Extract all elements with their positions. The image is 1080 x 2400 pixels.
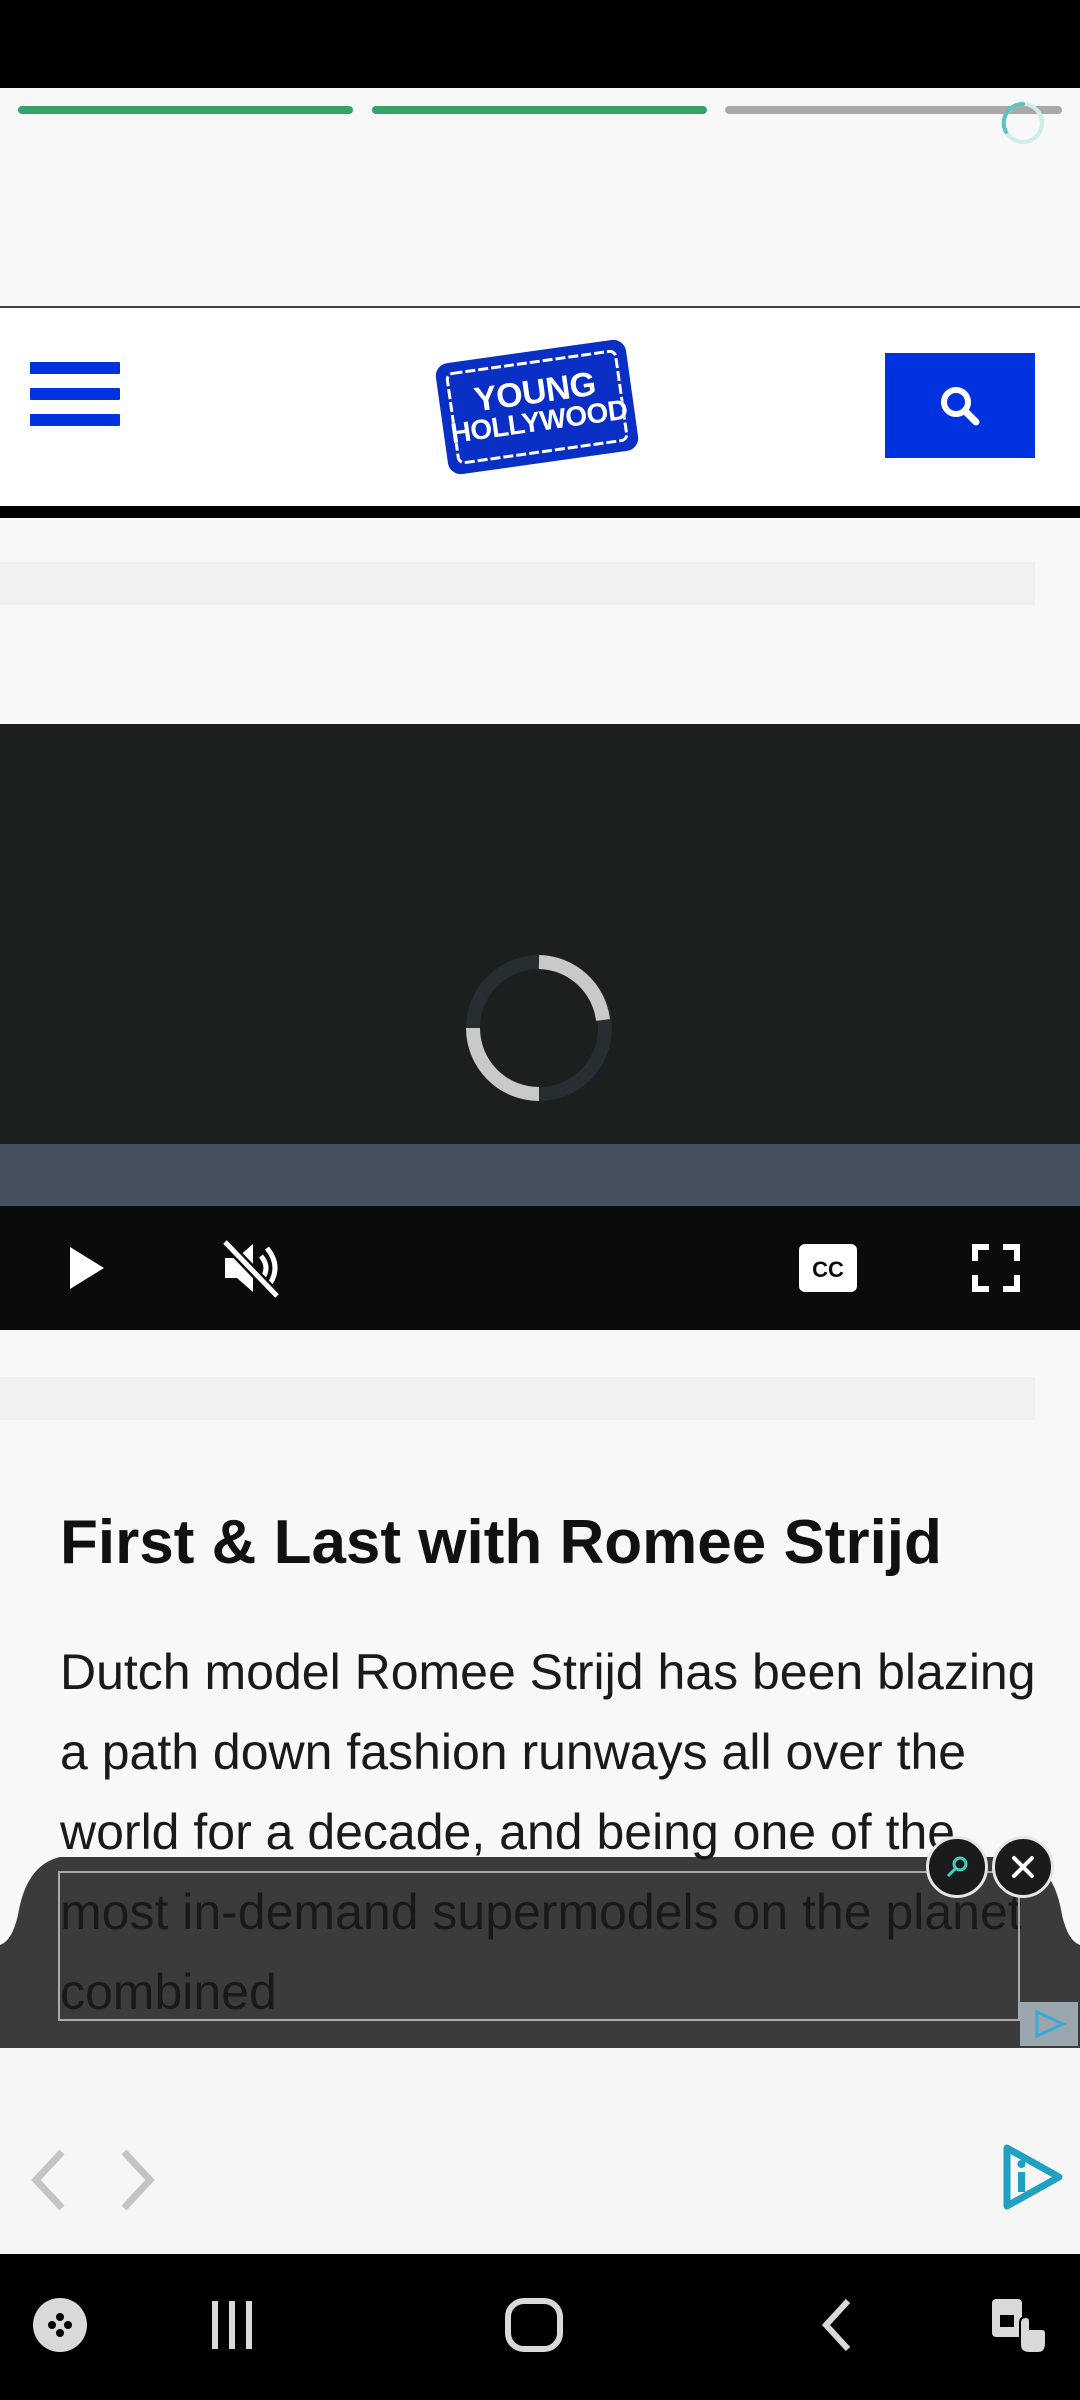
ad-banner[interactable] — [58, 1871, 1020, 2021]
story-progress-area — [0, 88, 1080, 306]
back-arrow-icon — [31, 2149, 65, 2211]
progress-segment-1 — [18, 106, 353, 114]
article-title: First & Last with Romee Strijd — [60, 1508, 942, 1577]
video-loading-spinner-icon — [466, 955, 612, 1101]
recent-apps-icon — [212, 2301, 252, 2349]
content-placeholder — [0, 1377, 1035, 1420]
fullscreen-button[interactable] — [960, 1232, 1032, 1304]
close-icon — [1012, 1856, 1034, 1878]
progress-segment-2 — [372, 106, 707, 114]
header-divider — [0, 506, 1080, 518]
ad-expand-button[interactable] — [926, 1836, 988, 1898]
home-icon — [505, 2298, 563, 2352]
closed-captions-icon: CC — [799, 1244, 857, 1292]
accessibility-icon — [992, 2299, 1047, 2354]
status-bar — [0, 0, 1080, 88]
game-launcher-button[interactable] — [20, 2290, 100, 2360]
search-button[interactable] — [885, 353, 1035, 458]
game-launcher-icon — [33, 2298, 87, 2352]
accessibility-button[interactable] — [978, 2290, 1058, 2360]
ad-choices-icon — [1035, 2009, 1067, 2039]
ad-close-button[interactable] — [992, 1836, 1054, 1898]
loading-spinner-icon — [1001, 101, 1044, 144]
forward-arrow-icon — [121, 2149, 155, 2211]
ad-choices-button[interactable] — [1020, 2002, 1078, 2046]
play-icon — [70, 1247, 104, 1289]
app-brand-icon[interactable] — [995, 2142, 1065, 2212]
captions-button[interactable]: CC — [792, 1232, 864, 1304]
search-icon — [941, 386, 980, 425]
recent-apps-button[interactable] — [192, 2290, 272, 2360]
video-controls — [0, 1206, 1080, 1330]
svg-text:CC: CC — [812, 1257, 844, 1282]
menu-button[interactable] — [30, 362, 120, 432]
back-button[interactable] — [798, 2290, 878, 2360]
content-placeholder — [0, 562, 1035, 605]
back-arrow-button[interactable] — [18, 2145, 78, 2215]
site-logo[interactable]: YOUNG HOLLYWOOD — [432, 332, 642, 482]
volume-muted-icon — [221, 1238, 281, 1298]
home-button[interactable] — [494, 2290, 574, 2360]
forward-arrow-button[interactable] — [108, 2145, 168, 2215]
fullscreen-icon — [972, 1244, 1020, 1292]
back-icon — [821, 2298, 851, 2352]
video-progress-bar[interactable] — [0, 1144, 1080, 1206]
ad-expand-icon — [946, 1856, 968, 1878]
mute-button[interactable] — [215, 1232, 287, 1304]
hamburger-icon — [30, 362, 120, 374]
play-button[interactable] — [50, 1232, 122, 1304]
